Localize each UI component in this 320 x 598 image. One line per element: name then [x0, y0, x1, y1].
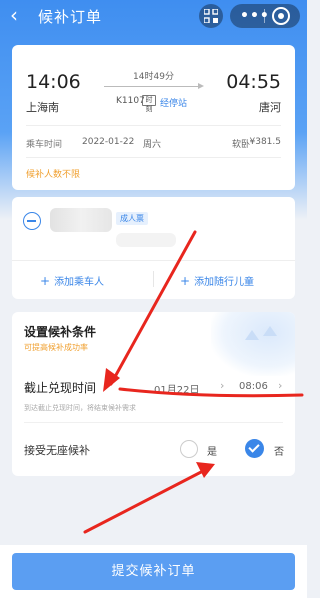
departure-station: 上海南	[26, 101, 59, 114]
seat-type: 软卧	[232, 140, 251, 150]
deadline-label: 截止兑现时间	[24, 381, 97, 395]
date-label: 乘车时间	[26, 140, 63, 150]
nav-bar: ‹ 候补订单 •••	[0, 0, 307, 32]
waitlist-count-hint: 候补人数不限	[26, 170, 81, 180]
travel-date: 2022-01-22	[82, 137, 135, 147]
close-circle-icon[interactable]	[272, 7, 290, 25]
back-arrow-icon[interactable]: ‹	[10, 5, 28, 25]
passenger-id-blurred	[116, 233, 176, 247]
divider	[24, 422, 283, 423]
trip-duration: 14时49分	[133, 72, 174, 82]
option-no-label[interactable]: 否	[274, 443, 284, 458]
conditions-subtitle: 可提高候补成功率	[24, 343, 88, 352]
page-title: 候补订单	[38, 8, 103, 26]
add-child-button[interactable]: + 添加随行儿童	[180, 273, 254, 288]
divider	[12, 260, 295, 261]
remove-passenger-icon[interactable]	[23, 212, 41, 230]
divider	[26, 157, 281, 158]
divider	[26, 125, 281, 126]
passenger-card: 成人票 + 添加乘车人 + 添加随行儿童	[12, 197, 295, 299]
deadline-date-picker[interactable]: 01月22日	[154, 381, 199, 396]
radio-yes-unchecked[interactable]	[180, 440, 198, 458]
qr-code-icon[interactable]	[199, 4, 223, 28]
capsule-divider	[264, 9, 265, 23]
seat-price: ¥381.5	[249, 137, 282, 147]
deadline-hint: 到达截止兑现时间，将结束候补需求	[24, 404, 136, 412]
more-icon[interactable]: •••	[240, 8, 270, 24]
radio-no-checked-icon[interactable]	[245, 439, 264, 458]
train-info-card: 14:06 04:55 上海南 唐河 14时49分 K1107 时刻 经停站 乘…	[12, 45, 295, 190]
train-number: K1107	[116, 96, 145, 106]
divider	[153, 271, 154, 287]
conditions-title: 设置候补条件	[24, 325, 97, 339]
no-seat-label: 接受无座候补	[24, 444, 90, 457]
deadline-time-picker[interactable]: 08:06	[239, 381, 268, 392]
stops-link[interactable]: 经停站	[160, 96, 187, 109]
decorative-arrows-icon	[211, 312, 295, 376]
option-yes-label[interactable]: 是	[207, 443, 217, 458]
mini-program-capsule: •••	[230, 4, 300, 28]
add-child-label: 添加随行儿童	[194, 277, 255, 288]
add-passenger-button[interactable]: + 添加乘车人	[40, 273, 104, 288]
arrival-station: 唐河	[259, 101, 281, 114]
plus-icon: +	[40, 274, 51, 288]
route-arrow	[104, 83, 204, 89]
submit-waitlist-button[interactable]: 提交候补订单	[12, 553, 295, 590]
ticket-type-badge: 成人票	[116, 212, 148, 225]
timetable-icon[interactable]: 时刻	[142, 95, 156, 113]
chevron-right-icon[interactable]: ›	[220, 379, 224, 392]
add-passenger-label: 添加乘车人	[54, 277, 105, 288]
passenger-name-blurred	[50, 208, 112, 232]
travel-weekday: 周六	[143, 140, 162, 150]
waitlist-conditions-card: 设置候补条件 可提高候补成功率 截止兑现时间 01月22日 › 08:06 › …	[12, 312, 295, 476]
plus-icon: +	[180, 274, 191, 288]
chevron-right-icon[interactable]: ›	[278, 379, 282, 392]
annotation-arrow-line	[83, 468, 207, 534]
